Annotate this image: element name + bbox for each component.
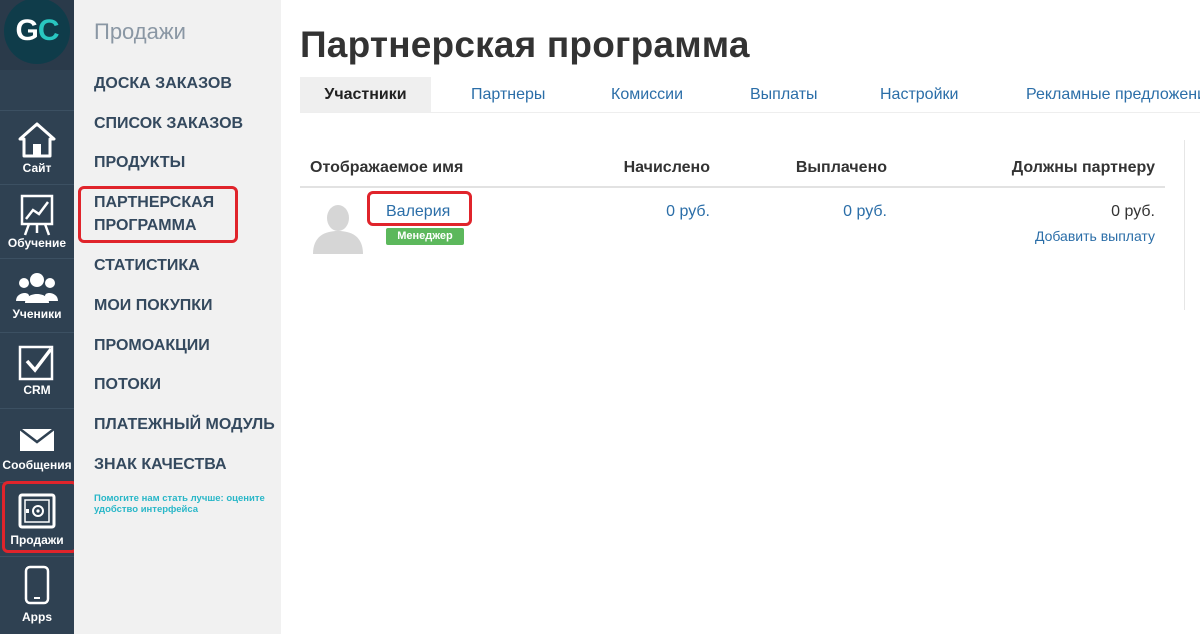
sidebar-item-streams[interactable]: ПОТОКИ [94,373,280,396]
training-chart-icon [0,193,74,236]
role-badge: Менеджер [386,228,464,245]
feedback-link[interactable]: Помогите нам стать лучше: оцените удобст… [94,493,278,515]
tab-settings[interactable]: Настройки [880,77,958,112]
rail-item-training[interactable]: Обучение [0,184,74,256]
avatar [311,200,365,254]
sidebar-item-orders-list[interactable]: СПИСОК ЗАКАЗОВ [94,112,280,135]
checkbox-icon [0,345,74,383]
sidebar-item-quality-mark[interactable]: ЗНАК КАЧЕСТВА [94,453,280,476]
rail-item-label: Ученики [12,307,62,321]
logo-area: GC [0,0,74,70]
name-highlight-frame [367,191,472,226]
sidebar-item-products[interactable]: ПРОДУКТЫ [94,151,280,174]
tab-payouts[interactable]: Выплаты [750,77,818,112]
add-payout-link[interactable]: Добавить выплату [1000,228,1155,244]
rail-item-label: Сообщения [2,458,72,472]
rail-item-messages[interactable]: Сообщения [0,408,74,480]
sidebar-item-statistics[interactable]: СТАТИСТИКА [94,254,280,277]
tab-participants[interactable]: Участники [300,77,431,112]
owed-value: 0 руб. [1111,203,1155,220]
sidebar-item-payment-module[interactable]: ПЛАТЕЖНЫЙ МОДУЛЬ [94,413,280,436]
accrued-value-link[interactable]: 0 руб. [560,203,710,221]
table-right-border [1184,140,1185,310]
sidebar-item-my-purchases[interactable]: МОИ ПОКУПКИ [94,294,280,317]
rail-item-label: CRM [23,383,51,397]
rail-item-crm[interactable]: CRM [0,332,74,406]
tab-ad-offers[interactable]: Рекламные предложения [1026,77,1200,112]
rail-item-label: Сайт [22,161,52,175]
affiliate-highlight-frame [78,186,238,243]
column-header-owed: Должны партнеру [1011,159,1155,176]
rail-item-label: Apps [22,610,52,624]
rail-item-apps[interactable]: Apps [0,556,74,634]
rail-item-students[interactable]: Ученики [0,258,74,330]
sidebar-title: Продажи [94,19,186,44]
page-title: Партнерская программа [300,24,750,65]
users-icon [0,271,74,309]
column-header-accrued: Начислено [623,159,710,176]
rail-item-site[interactable]: Сайт [0,110,74,182]
sales-highlight-frame [2,481,78,553]
column-header-paid: Выплачено [795,159,887,176]
tab-bar: Участники Партнеры Комиссии Выплаты Наст… [300,77,1200,113]
column-header-name: Отображаемое имя [310,159,464,176]
smartphone-icon [0,565,74,605]
sidebar-item-promotions[interactable]: ПРОМОАКЦИИ [94,334,280,357]
rail-item-label: Обучение [7,236,67,250]
sidebar-item-orders-board[interactable]: ДОСКА ЗАКАЗОВ [94,72,280,95]
getcourse-logo[interactable]: GC [4,0,70,64]
tab-commissions[interactable]: Комиссии [611,77,683,112]
sales-sidebar: Продажи ДОСКА ЗАКАЗОВ СПИСОК ЗАКАЗОВ ПРО… [74,0,281,634]
tab-partners[interactable]: Партнеры [471,77,545,112]
home-icon [0,121,74,159]
paid-value-link[interactable]: 0 руб. [737,203,887,221]
table-header-divider [300,186,1165,188]
